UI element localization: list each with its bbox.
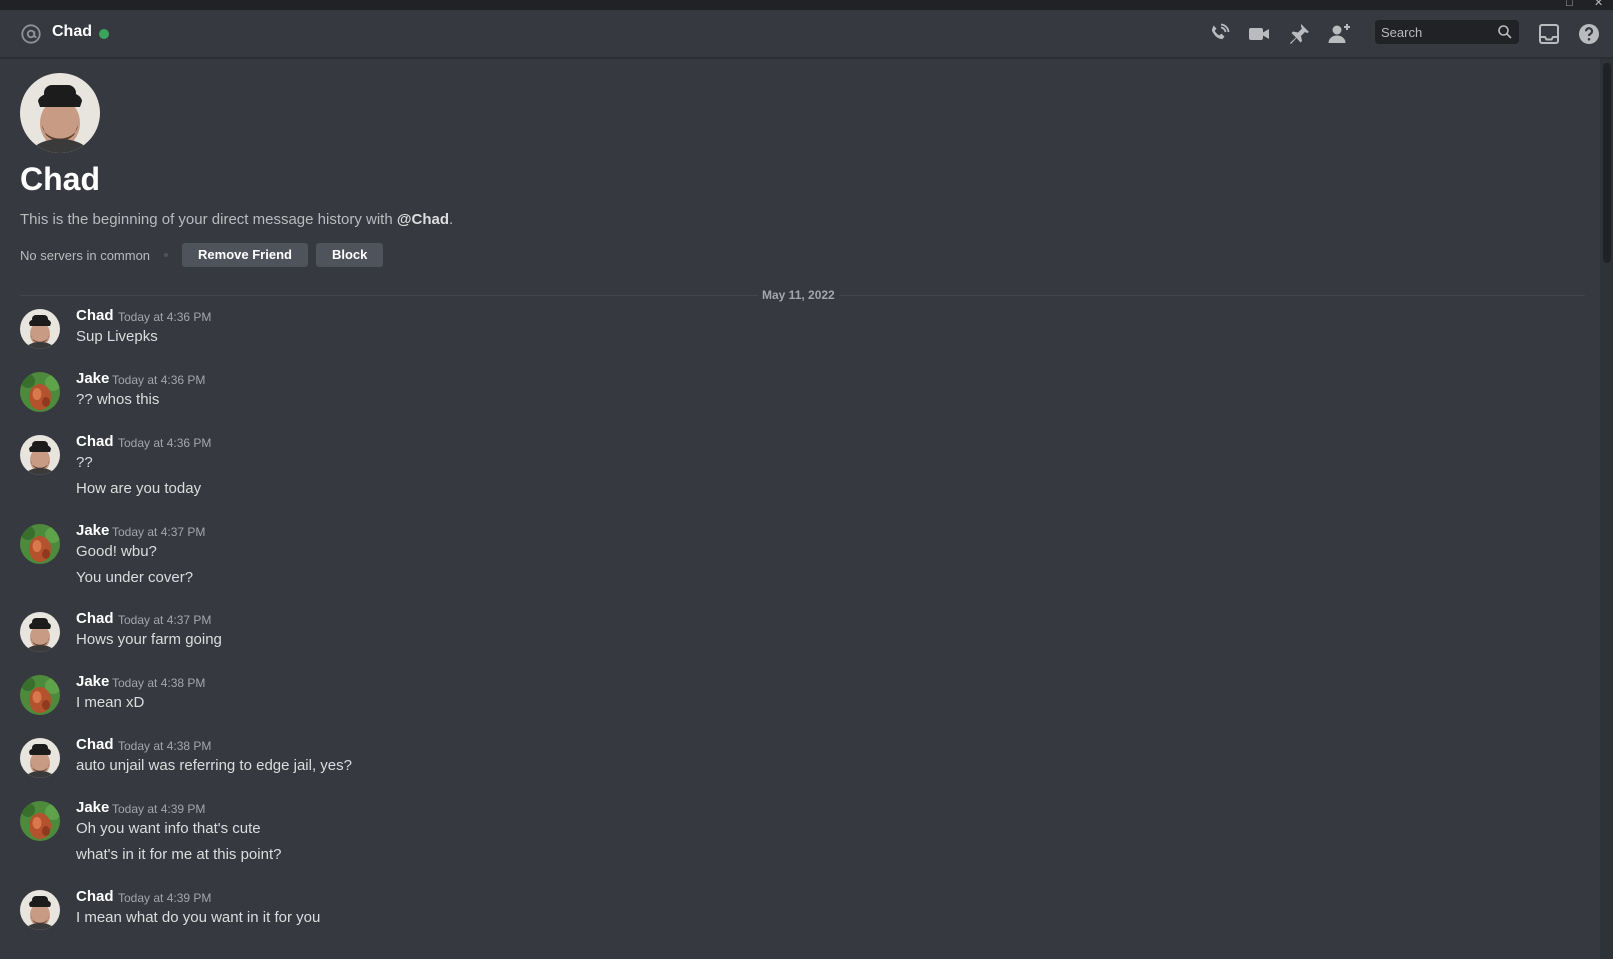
message-author[interactable]: Chad (76, 610, 114, 627)
search-box[interactable] (1375, 20, 1519, 44)
video-call-icon[interactable] (1247, 22, 1271, 46)
intro-name: Chad (20, 161, 100, 197)
message-text: Hows your farm going (76, 631, 222, 648)
message-timestamp: Today at 4:36 PM (118, 310, 212, 324)
message-avatar[interactable] (20, 524, 60, 564)
maximize-button[interactable]: □ (1566, 0, 1573, 9)
pin-icon[interactable] (1287, 22, 1311, 46)
avatar-chad-icon (20, 738, 60, 778)
inbox-icon[interactable] (1537, 22, 1561, 46)
message-text: ?? (76, 454, 93, 471)
intro-avatar (20, 73, 100, 153)
message-timestamp: Today at 4:37 PM (112, 525, 206, 539)
avatar-chad (20, 73, 100, 153)
intro-desc-text: This is the beginning of your direct mes… (20, 211, 397, 228)
message-author[interactable]: Jake (76, 370, 109, 387)
message-timestamp: Today at 4:39 PM (112, 802, 206, 816)
message-author[interactable]: Chad (76, 307, 114, 324)
scrollbar-thumb[interactable] (1603, 63, 1611, 263)
avatar-chad-icon (20, 890, 60, 930)
chat-area: Chad This is the beginning of your direc… (0, 59, 1600, 959)
separator-dot (164, 253, 169, 257)
message-author[interactable]: Chad (76, 736, 114, 753)
at-icon (21, 24, 41, 44)
mutual-servers-text: No servers in common (20, 247, 151, 263)
message-timestamp: Today at 4:38 PM (118, 739, 212, 753)
phone-call-icon[interactable] (1207, 22, 1231, 46)
message-timestamp: Today at 4:39 PM (118, 891, 212, 905)
message-text: ?? whos this (76, 391, 160, 408)
message-avatar[interactable] (20, 435, 60, 475)
message-avatar[interactable] (20, 675, 60, 715)
message-text: You under cover? (76, 569, 194, 586)
intro-mention[interactable]: @Chad (397, 211, 449, 228)
message-text: what's in it for me at this point? (76, 846, 282, 863)
channel-header: Chad (0, 10, 1613, 58)
search-input[interactable] (1381, 24, 1491, 40)
intro-description: This is the beginning of your direct mes… (20, 211, 453, 228)
message-timestamp: Today at 4:36 PM (112, 373, 206, 387)
message-text: I mean xD (76, 694, 145, 711)
search-icon (1498, 25, 1512, 39)
message-timestamp: Today at 4:37 PM (118, 613, 212, 627)
message-avatar[interactable] (20, 890, 60, 930)
add-friend-icon[interactable] (1327, 22, 1351, 46)
message-text: Oh you want info that's cute (76, 820, 261, 837)
message-author[interactable]: Chad (76, 433, 114, 450)
date-divider-label: May 11, 2022 (758, 288, 839, 302)
intro-actions: No servers in common Remove Friend Block (20, 242, 391, 268)
message-timestamp: Today at 4:38 PM (112, 676, 206, 690)
message-text: Good! wbu? (76, 543, 157, 560)
message-avatar[interactable] (20, 372, 60, 412)
message-avatar[interactable] (20, 612, 60, 652)
intro-desc-end: . (449, 211, 454, 228)
message-text: auto unjail was referring to edge jail, … (76, 757, 352, 774)
remove-friend-button[interactable]: Remove Friend (182, 243, 308, 267)
avatar-jake-icon (20, 801, 60, 841)
avatar-jake-icon (20, 675, 60, 715)
window-titlebar: □ ✕ (0, 0, 1613, 10)
message-author[interactable]: Chad (76, 888, 114, 905)
avatar-chad-icon (20, 612, 60, 652)
message-avatar[interactable] (20, 738, 60, 778)
block-button[interactable]: Block (315, 243, 384, 267)
message-text: How are you today (76, 480, 202, 497)
message-author[interactable]: Jake (76, 673, 109, 690)
message-timestamp: Today at 4:36 PM (118, 436, 212, 450)
message-author[interactable]: Jake (76, 799, 109, 816)
avatar-jake-icon (20, 372, 60, 412)
message-avatar[interactable] (20, 801, 60, 841)
message-text: Sup Livepks (76, 328, 158, 345)
close-window-button[interactable]: ✕ (1594, 0, 1603, 9)
message-avatar[interactable] (20, 309, 60, 349)
avatar-chad-icon (20, 309, 60, 349)
avatar-chad-icon (20, 435, 60, 475)
online-status-dot (99, 29, 109, 39)
help-icon[interactable] (1577, 22, 1601, 46)
avatar-jake-icon (20, 524, 60, 564)
dm-title: Chad (52, 23, 92, 40)
message-text: I mean what do you want in it for you (76, 909, 321, 926)
message-author[interactable]: Jake (76, 522, 109, 539)
